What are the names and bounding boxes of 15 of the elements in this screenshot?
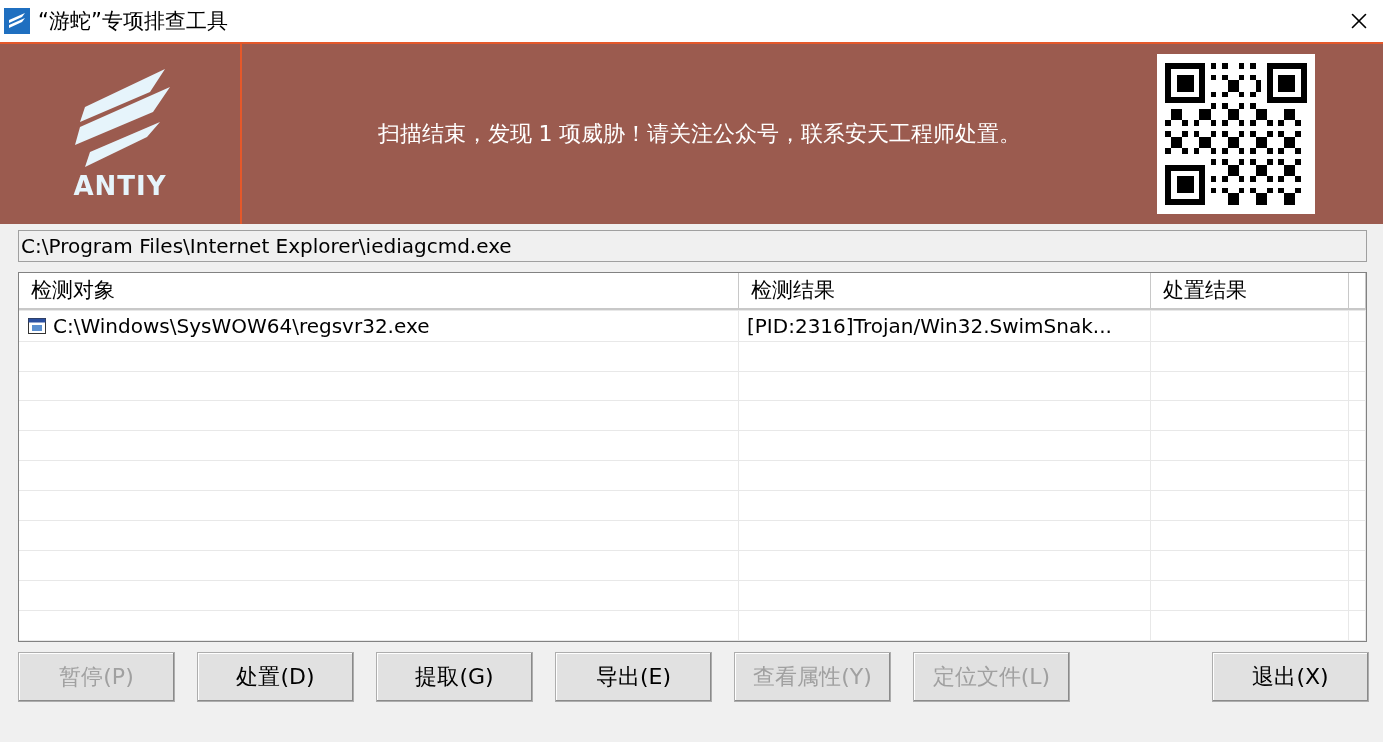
window-file-icon [27,315,47,336]
logo-text: ANTIY [73,171,167,201]
action-button[interactable]: 提取(G) [376,652,533,702]
app-icon [4,8,30,34]
column-header[interactable]: 处置结果 [1151,273,1349,310]
action-button[interactable]: 退出(X) [1212,652,1369,702]
action-button[interactable]: 导出(E) [555,652,712,702]
table-cell: C:\Windows\SysWOW64\regsvr32.exe [19,310,739,341]
current-path-field: C:\Program Files\Internet Explorer\iediagcmd.exe [18,230,1367,262]
column-header[interactable]: 检测结果 [739,273,1151,310]
action-button[interactable]: 处置(D) [197,652,354,702]
column-header[interactable]: 检测对象 [19,273,739,310]
window-title: “游蛇”专项排查工具 [38,8,229,35]
table-cell: [PID:2316]Trojan/Win32.SwimSnak... [739,310,1151,341]
status-message: 扫描结束，发现 1 项威胁！请关注公众号，联系安天工程师处置。 [376,120,1023,148]
